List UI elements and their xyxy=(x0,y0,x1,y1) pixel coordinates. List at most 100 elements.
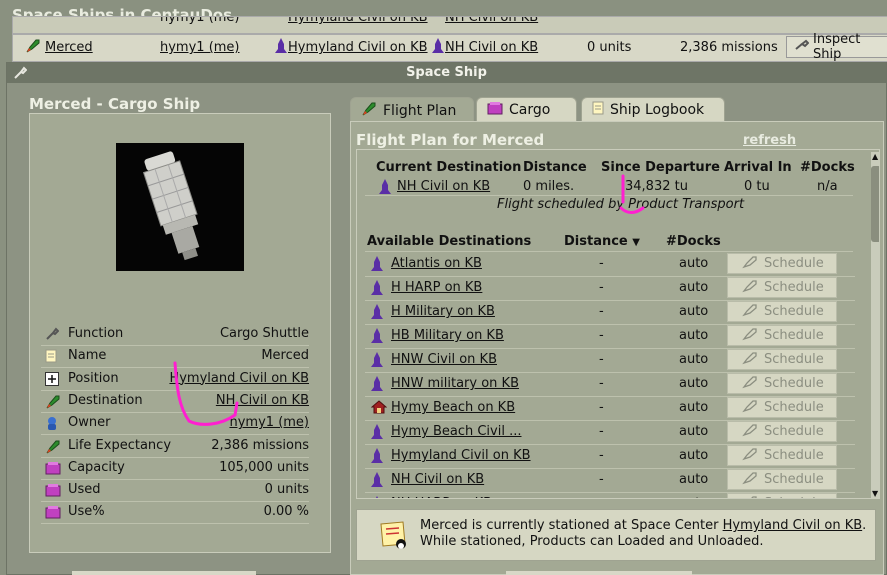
list-row-partial: hymy1 (me) Hymyland Civil on KB NH Civil… xyxy=(12,16,887,34)
schedule-button[interactable]: Schedule xyxy=(727,349,837,370)
destination-docks: auto xyxy=(679,352,709,367)
schedule-label: Schedule xyxy=(764,400,824,415)
property-value: 0.00 % xyxy=(263,504,309,520)
spaceship-icon xyxy=(371,352,385,368)
destination-docks: auto xyxy=(679,400,709,415)
spaceship-icon xyxy=(371,328,385,344)
property-label: Function xyxy=(68,326,124,341)
schedule-button[interactable]: Schedule xyxy=(727,325,837,346)
location-link[interactable]: Hymyland Civil on KB xyxy=(288,17,428,25)
tab-ship-logbook[interactable]: Ship Logbook xyxy=(581,97,725,121)
house-icon xyxy=(370,400,388,416)
rocket-icon xyxy=(25,38,41,58)
destination-distance: - xyxy=(599,376,604,391)
destination-link[interactable]: NH Civil on KB xyxy=(445,17,538,25)
schedule-button[interactable]: Schedule xyxy=(727,469,837,490)
status-text: Merced is currently stationed at Space C… xyxy=(420,518,723,533)
scrollbar-thumb[interactable] xyxy=(871,166,879,242)
location-link[interactable]: Hymyland Civil on KB xyxy=(288,40,428,55)
ship-name-link[interactable]: Merced xyxy=(45,40,93,55)
destination-row: Hymy Beach Civil ... - auto Schedule xyxy=(365,420,855,445)
property-value: 0 units xyxy=(264,482,309,498)
units-value: 0 units xyxy=(587,40,632,55)
schedule-icon xyxy=(742,447,758,465)
destination-distance: - xyxy=(599,400,604,415)
property-value: Cargo Shuttle xyxy=(219,326,309,341)
schedule-icon xyxy=(742,279,758,297)
schedule-label: Schedule xyxy=(764,424,824,439)
destination-link[interactable]: Hymyland Civil on KB xyxy=(391,448,531,463)
destination-docks: auto xyxy=(679,472,709,487)
status-message: Merced is currently stationed at Space C… xyxy=(420,518,866,550)
property-label: Owner xyxy=(68,415,111,431)
flight-plan-box: Current Destination Distance Since Depar… xyxy=(356,149,880,499)
destination-link[interactable]: H Military on KB xyxy=(391,304,495,319)
schedule-button[interactable]: Schedule xyxy=(727,445,837,466)
col-distance-sort[interactable]: Distance ▼ xyxy=(564,234,640,249)
schedule-button[interactable]: Schedule xyxy=(727,373,837,394)
destination-link[interactable]: NH Civil on KB xyxy=(391,472,484,487)
destination-link[interactable]: HNW Civil on KB xyxy=(391,352,497,367)
bottom-strip xyxy=(72,571,256,575)
property-label: Use% xyxy=(68,504,105,520)
col-docks: #Docks xyxy=(800,160,855,175)
schedule-icon xyxy=(742,303,758,321)
scroll-up-icon[interactable]: ▲ xyxy=(872,152,878,161)
destination-link[interactable]: Atlantis on KB xyxy=(391,256,482,271)
document-icon xyxy=(592,101,604,119)
schedule-icon xyxy=(742,327,758,345)
tab-label: Flight Plan xyxy=(383,102,457,119)
ship-title: Merced - Cargo Ship xyxy=(29,95,201,113)
schedule-label: Schedule xyxy=(764,328,824,343)
current-destination-link[interactable]: NH Civil on KB xyxy=(397,179,490,194)
destination-link[interactable]: NH HARP on KB xyxy=(391,496,492,498)
destination-row: HNW military on KB - auto Schedule xyxy=(365,372,855,397)
wrench-icon xyxy=(13,66,28,80)
destination-link[interactable]: H HARP on KB xyxy=(391,280,482,295)
inspect-ship-button[interactable]: Inspect Ship xyxy=(786,32,887,62)
schedule-button[interactable]: Schedule xyxy=(727,421,837,442)
destination-row: NH Civil on KB - auto Schedule xyxy=(365,468,855,493)
destination-link[interactable]: HNW military on KB xyxy=(391,376,519,391)
current-distance: 0 miles. xyxy=(523,179,575,194)
scrollbar[interactable]: ▲ ▼ xyxy=(871,152,879,498)
destination-link[interactable]: Hymy Beach on KB xyxy=(391,400,515,415)
spaceship-icon xyxy=(371,280,385,296)
schedule-icon xyxy=(742,375,758,393)
schedule-button[interactable]: Schedule xyxy=(727,301,837,322)
tab-flight-plan[interactable]: Flight Plan xyxy=(350,97,474,123)
schedule-button[interactable]: Schedule xyxy=(727,493,837,498)
schedule-button[interactable]: Schedule xyxy=(727,277,837,298)
current-docks-value: n/a xyxy=(817,179,838,194)
spaceship-icon xyxy=(371,496,385,498)
schedule-button[interactable]: Schedule xyxy=(727,253,837,274)
owner-link[interactable]: hymy1 (me) xyxy=(160,40,240,55)
destination-link[interactable]: Hymy Beach Civil ... xyxy=(391,424,522,439)
scroll-down-icon[interactable]: ▼ xyxy=(872,489,878,498)
space-center-link[interactable]: Hymyland Civil on KB xyxy=(723,518,863,533)
user-icon xyxy=(45,416,59,431)
destination-docks: auto xyxy=(679,256,709,271)
destination-row: NH HARP on KB - auto Schedule xyxy=(365,492,855,498)
spaceship-icon xyxy=(275,38,287,58)
rocket-icon xyxy=(45,394,60,409)
destination-row: H Military on KB - auto Schedule xyxy=(365,300,855,325)
destination-link[interactable]: NH Civil on KB xyxy=(445,40,538,55)
schedule-label: Schedule xyxy=(764,376,824,391)
wrench-icon xyxy=(795,39,810,55)
spaceship-icon xyxy=(379,179,391,199)
owner-link[interactable]: hymy1 (me) xyxy=(160,17,240,25)
destination-docks: auto xyxy=(679,280,709,295)
tab-cargo[interactable]: Cargo xyxy=(476,97,577,121)
destination-distance: - xyxy=(599,304,604,319)
list-row-selected[interactable]: Merced hymy1 (me) Hymyland Civil on KB N… xyxy=(12,32,887,62)
destination-docks: auto xyxy=(679,376,709,391)
arrival-in-value: 0 tu xyxy=(744,179,770,194)
schedule-label: Schedule xyxy=(764,448,824,463)
destination-link[interactable]: HB Military on KB xyxy=(391,328,504,343)
document-icon xyxy=(45,349,59,363)
destination-row: HNW Civil on KB - auto Schedule xyxy=(365,348,855,373)
schedule-button[interactable]: Schedule xyxy=(727,397,837,418)
col-available-destinations: Available Destinations xyxy=(367,234,532,249)
destination-row: Hymyland Civil on KB - auto Schedule xyxy=(365,444,855,469)
